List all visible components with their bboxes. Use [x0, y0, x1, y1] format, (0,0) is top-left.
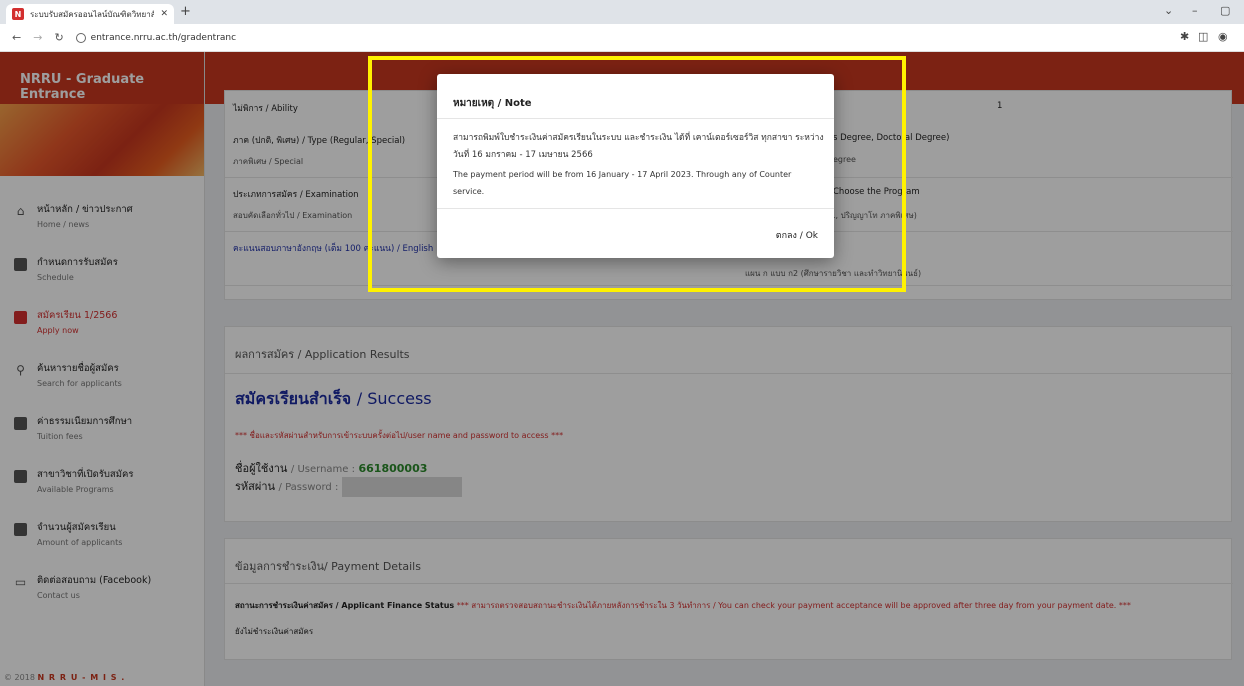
new-tab-icon[interactable]: + — [180, 4, 191, 19]
url-text: entrance.nrru.ac.th/gradentranc — [90, 32, 237, 43]
forward-icon[interactable]: → — [33, 31, 42, 44]
favicon-icon: N — [12, 8, 24, 20]
address-bar: ← → ↻ entrance.nrru.ac.th/gradentranc — [0, 24, 1244, 52]
tab-close-icon[interactable]: ✕ — [160, 9, 168, 19]
extensions-icon[interactable]: ✱ — [1180, 30, 1189, 43]
sidepanel-icon[interactable]: ◫ — [1198, 30, 1208, 43]
url-field[interactable]: entrance.nrru.ac.th/gradentranc — [75, 32, 237, 43]
minimize-icon[interactable]: – — [1192, 4, 1198, 17]
browser-tabbar: N ระบบรับสมัครออนไลน์บัณฑิตวิทยาลัย ✕ + … — [0, 0, 1244, 24]
tab-title: ระบบรับสมัครออนไลน์บัณฑิตวิทยาลัย — [30, 9, 155, 19]
back-icon[interactable]: ← — [12, 31, 21, 44]
browser-tab[interactable]: N ระบบรับสมัครออนไลน์บัณฑิตวิทยาลัย ✕ — [6, 4, 174, 24]
tab-list-icon[interactable]: ⌄ — [1164, 4, 1173, 17]
site-info-icon[interactable] — [75, 32, 86, 43]
restore-icon[interactable]: ▢ — [1220, 4, 1230, 17]
modal-backdrop-left[interactable] — [0, 52, 205, 686]
profile-icon[interactable]: ◉ — [1218, 30, 1228, 43]
highlight-box — [368, 56, 906, 292]
reload-icon[interactable]: ↻ — [54, 31, 63, 44]
